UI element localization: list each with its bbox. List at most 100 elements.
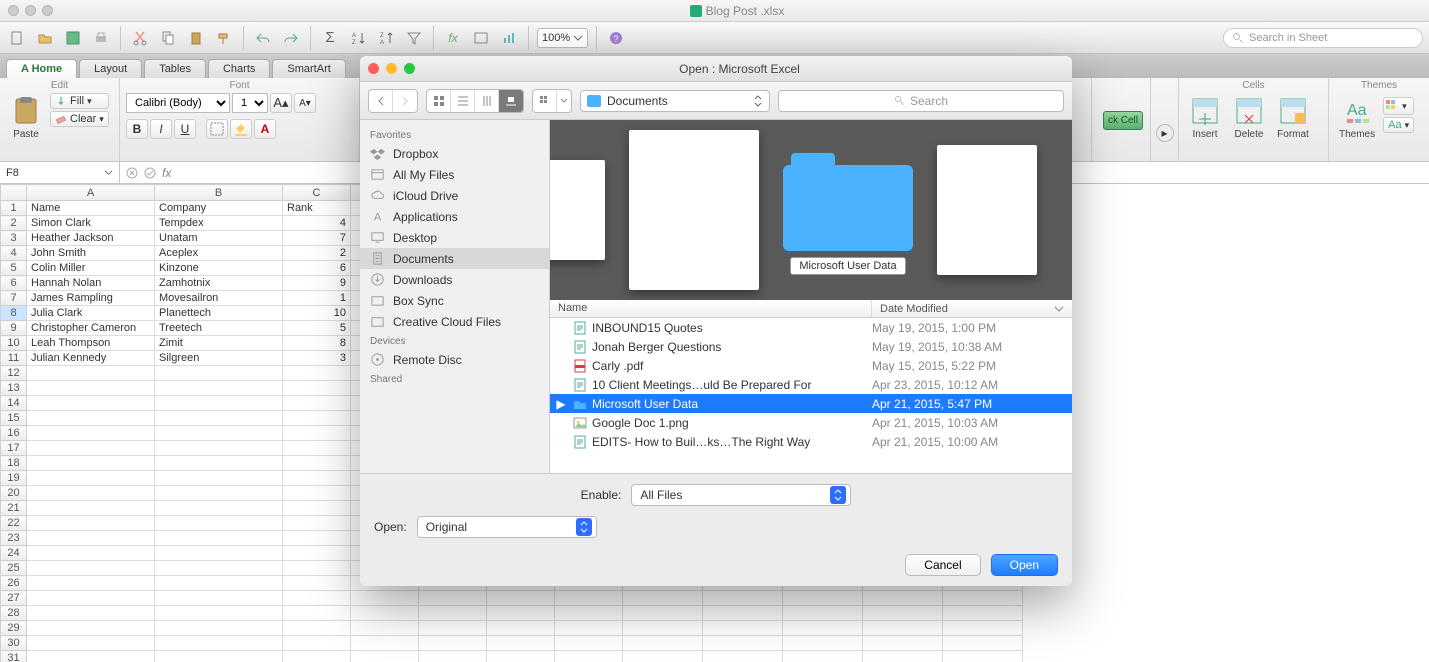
coverflow-next-1[interactable] (937, 145, 1037, 275)
row-header-13[interactable]: 13 (1, 381, 27, 396)
cell-B3[interactable]: Unatam (155, 231, 283, 246)
sidebar-item-all-my-files[interactable]: All My Files (360, 164, 549, 185)
tab-charts[interactable]: Charts (208, 59, 270, 78)
cell-D28[interactable] (351, 606, 419, 621)
paste-button[interactable]: Paste (6, 93, 46, 142)
cell-C17[interactable] (283, 441, 351, 456)
fill-button[interactable]: Fill▾ (50, 93, 109, 109)
delete-button[interactable]: Delete (1229, 93, 1269, 142)
new-file-icon[interactable] (6, 27, 28, 49)
row-header-25[interactable]: 25 (1, 561, 27, 576)
sidebar-item-applications[interactable]: AApplications (360, 206, 549, 227)
cell-B31[interactable] (155, 651, 283, 662)
cell-F31[interactable] (487, 651, 555, 662)
row-header-18[interactable]: 18 (1, 456, 27, 471)
cell-C31[interactable] (283, 651, 351, 662)
coverflow-view[interactable] (499, 90, 523, 112)
cell-A1[interactable]: Name (27, 201, 155, 216)
cell-C19[interactable] (283, 471, 351, 486)
cell-A15[interactable] (27, 411, 155, 426)
cell-C14[interactable] (283, 396, 351, 411)
cell-G28[interactable] (555, 606, 623, 621)
cell-C21[interactable] (283, 501, 351, 516)
borders-button[interactable] (206, 119, 228, 139)
cell-A31[interactable] (27, 651, 155, 662)
cell-B19[interactable] (155, 471, 283, 486)
cell-A7[interactable]: James Rampling (27, 291, 155, 306)
open-file-icon[interactable] (34, 27, 56, 49)
help-icon[interactable]: ? (605, 27, 627, 49)
row-header-16[interactable]: 16 (1, 426, 27, 441)
sort-desc-icon[interactable]: ZA (375, 27, 397, 49)
row-header-31[interactable]: 31 (1, 651, 27, 662)
cell-C12[interactable] (283, 366, 351, 381)
cell-E28[interactable] (419, 606, 487, 621)
cell-S31[interactable] (943, 651, 1023, 662)
cell-B15[interactable] (155, 411, 283, 426)
cell-F28[interactable] (487, 606, 555, 621)
cell-B11[interactable]: Silgreen (155, 351, 283, 366)
cell-Q28[interactable] (783, 606, 863, 621)
tab-home[interactable]: A Home (6, 59, 77, 78)
cell-R30[interactable] (863, 636, 943, 651)
cell-A10[interactable]: Leah Thompson (27, 336, 155, 351)
column-date-header[interactable]: Date Modified (872, 300, 1072, 317)
cell-D31[interactable] (351, 651, 419, 662)
cell-O28[interactable] (623, 606, 703, 621)
cell-B13[interactable] (155, 381, 283, 396)
cell-C10[interactable]: 8 (283, 336, 351, 351)
dialog-zoom-icon[interactable] (404, 63, 415, 74)
cell-A11[interactable]: Julian Kennedy (27, 351, 155, 366)
cell-E29[interactable] (419, 621, 487, 636)
row-header-5[interactable]: 5 (1, 261, 27, 276)
row-header-23[interactable]: 23 (1, 531, 27, 546)
cell-B1[interactable]: Company (155, 201, 283, 216)
row-header-27[interactable]: 27 (1, 591, 27, 606)
cell-C22[interactable] (283, 516, 351, 531)
icon-view[interactable] (427, 90, 451, 112)
undo-icon[interactable] (252, 27, 274, 49)
show-formulas-icon[interactable] (470, 27, 492, 49)
copy-icon[interactable] (157, 27, 179, 49)
cell-A22[interactable] (27, 516, 155, 531)
fx-label-icon[interactable]: fx (162, 166, 171, 180)
cell-C27[interactable] (283, 591, 351, 606)
cell-B18[interactable] (155, 456, 283, 471)
cell-A19[interactable] (27, 471, 155, 486)
cell-Q31[interactable] (783, 651, 863, 662)
cell-Q27[interactable] (783, 591, 863, 606)
cell-B29[interactable] (155, 621, 283, 636)
cell-B28[interactable] (155, 606, 283, 621)
cell-B26[interactable] (155, 576, 283, 591)
row-header-26[interactable]: 26 (1, 576, 27, 591)
cell-S29[interactable] (943, 621, 1023, 636)
cell-A21[interactable] (27, 501, 155, 516)
file-row-6[interactable]: EDITS- How to Buil…ks…The Right Way Apr … (550, 432, 1072, 451)
close-window-icon[interactable] (8, 5, 19, 16)
cell-C5[interactable]: 6 (283, 261, 351, 276)
open-button[interactable]: Open (991, 554, 1058, 576)
cell-E31[interactable] (419, 651, 487, 662)
col-header-C[interactable]: C (283, 185, 351, 201)
cell-P31[interactable] (703, 651, 783, 662)
cell-B14[interactable] (155, 396, 283, 411)
cell-A30[interactable] (27, 636, 155, 651)
cell-B2[interactable]: Tempdex (155, 216, 283, 231)
cell-S30[interactable] (943, 636, 1023, 651)
save-file-icon[interactable] (62, 27, 84, 49)
file-row-4[interactable]: ▶ Microsoft User Data Apr 21, 2015, 5:47… (550, 394, 1072, 413)
cell-A6[interactable]: Hannah Nolan (27, 276, 155, 291)
tab-tables[interactable]: Tables (144, 59, 206, 78)
chart-icon[interactable] (498, 27, 520, 49)
cell-A28[interactable] (27, 606, 155, 621)
row-header-11[interactable]: 11 (1, 351, 27, 366)
cell-C24[interactable] (283, 546, 351, 561)
cell-P28[interactable] (703, 606, 783, 621)
list-view[interactable] (451, 90, 475, 112)
row-header-3[interactable]: 3 (1, 231, 27, 246)
row-header-21[interactable]: 21 (1, 501, 27, 516)
cell-A20[interactable] (27, 486, 155, 501)
cell-E27[interactable] (419, 591, 487, 606)
underline-button[interactable]: U (174, 119, 196, 139)
sidebar-item-dropbox[interactable]: Dropbox (360, 143, 549, 164)
